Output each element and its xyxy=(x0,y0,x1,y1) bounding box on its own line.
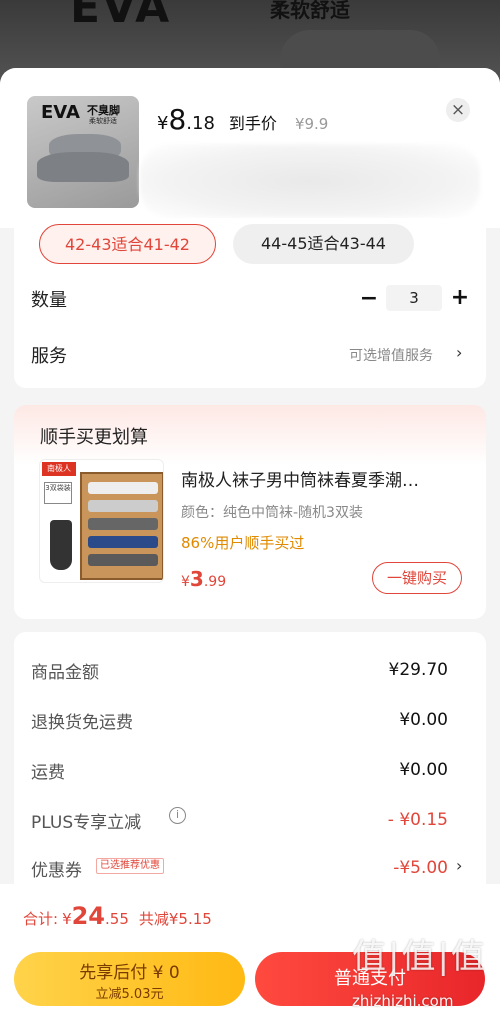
size-option-1[interactable]: 42-43适合41-42 xyxy=(39,224,216,264)
service-hint[interactable]: 可选增值服务 xyxy=(349,345,433,365)
price-integer: 8 xyxy=(168,103,187,136)
options-card: 42-43适合41-42 44-45适合43-44 数量 − 3 + 服务 可选… xyxy=(14,218,486,388)
one-click-buy-button[interactable]: 一键购买 xyxy=(372,562,462,594)
bundle-price-decimal: .99 xyxy=(203,574,227,590)
total-integer: 24 xyxy=(71,902,106,930)
socks-product-image[interactable]: 南极人 3双袋装 xyxy=(39,459,164,583)
summary-value-shipping: ¥0.00 xyxy=(399,760,448,780)
total-currency: ¥ xyxy=(62,910,72,928)
bundle-price-integer: 3 xyxy=(189,567,204,591)
currency-symbol: ¥ xyxy=(157,113,169,134)
summary-label-goods: 商品金额 xyxy=(31,663,99,683)
thumb-sub: 柔软舒适 xyxy=(89,117,117,125)
service-label: 服务 xyxy=(31,346,67,367)
sheet-header: EVA 不臭脚 柔软舒适 ¥ 8 .18 到手价 ¥9.9 × xyxy=(0,68,500,228)
close-icon: × xyxy=(450,100,466,120)
bundle-social-proof: 86%用户顺手买过 xyxy=(181,534,305,552)
chevron-right-icon[interactable]: › xyxy=(456,343,462,362)
sock-row xyxy=(88,518,158,530)
slipper-sole xyxy=(37,152,129,182)
watermark-logo: 值|值|值 xyxy=(352,937,487,977)
summary-value-coupon[interactable]: -¥5.00 xyxy=(393,858,448,878)
price-row: ¥ 8 .18 到手价 ¥9.9 xyxy=(157,103,328,136)
total-decimal: .55 xyxy=(105,910,129,928)
sock-brand-label: 南极人 xyxy=(42,462,76,476)
pay-later-button[interactable]: 先享后付 ¥ 0 立减5.03元 xyxy=(14,952,245,1006)
summary-value-plus-discount: - ¥0.15 xyxy=(387,810,448,830)
price-decimal: .18 xyxy=(186,113,215,134)
bundle-product-name[interactable]: 南极人袜子男中筒袜春夏季潮… xyxy=(181,466,471,491)
sock-single xyxy=(50,520,72,570)
quantity-minus-button[interactable]: − xyxy=(357,286,381,311)
bundle-price: ¥ 3 .99 xyxy=(181,567,226,591)
product-thumbnail[interactable]: EVA 不臭脚 柔软舒适 xyxy=(27,96,139,208)
deal-price-label: 到手价 xyxy=(228,114,277,133)
close-button[interactable]: × xyxy=(446,98,470,122)
coupon-recommend-tag: 已选推荐优惠 xyxy=(96,858,164,874)
total-row: 合计: ¥ 24 .55 共减¥5.15 xyxy=(23,902,212,930)
bundle-card: 顺手买更划算 南极人 3双袋装 南极人袜子男中筒袜春夏季潮… 颜色：纯色中筒袜-… xyxy=(14,405,486,619)
quantity-input[interactable]: 3 xyxy=(386,285,442,311)
sock-row xyxy=(88,500,158,512)
bundle-currency: ¥ xyxy=(181,574,190,590)
summary-label-plus-discount: PLUS专享立减 xyxy=(31,813,142,833)
sock-row xyxy=(88,482,158,494)
checkout-footer: 合计: ¥ 24 .55 共减¥5.15 先享后付 ¥ 0 立减5.03元 普通… xyxy=(0,884,500,1013)
info-icon[interactable]: i xyxy=(169,807,186,824)
quantity-plus-button[interactable]: + xyxy=(448,285,472,310)
blurred-region xyxy=(140,144,480,218)
summary-label-shipping: 运费 xyxy=(31,763,65,783)
order-summary: 商品金额 ¥29.70 退换货免运费 ¥0.00 运费 ¥0.00 PLUS专享… xyxy=(14,632,486,892)
chevron-right-icon[interactable]: › xyxy=(456,856,462,875)
thumb-brand: EVA xyxy=(41,102,80,123)
summary-value-return-shipping: ¥0.00 xyxy=(399,710,448,730)
bundle-title: 顺手买更划算 xyxy=(40,427,148,448)
summary-label-return-shipping: 退换货免运费 xyxy=(31,713,133,733)
total-label: 合计: xyxy=(23,910,59,928)
size-option-2[interactable]: 44-45适合43-44 xyxy=(233,224,414,264)
banner-title: EVA xyxy=(70,0,172,33)
sock-pack-badge: 3双袋装 xyxy=(44,482,72,504)
banner-subtitle: 柔软舒适 xyxy=(270,0,350,22)
bundle-variant: 颜色：纯色中筒袜-随机3双装 xyxy=(181,505,363,521)
total-savings: 共减¥5.15 xyxy=(138,910,212,928)
pay-later-discount: 立减5.03元 xyxy=(95,987,164,1002)
purchase-sheet: EVA 不臭脚 柔软舒适 ¥ 8 .18 到手价 ¥9.9 × 42-43适合4… xyxy=(0,68,500,1013)
summary-value-goods: ¥29.70 xyxy=(388,660,448,680)
pay-later-title: 先享后付 ¥ 0 xyxy=(79,963,180,983)
original-price: ¥9.9 xyxy=(294,115,329,133)
quantity-label: 数量 xyxy=(31,290,67,311)
sock-row xyxy=(88,554,158,566)
sock-box xyxy=(80,472,163,580)
sock-row xyxy=(88,536,158,548)
summary-label-coupon: 优惠券 xyxy=(31,861,82,881)
watermark-url: zhizhizhi.com xyxy=(352,992,454,1010)
